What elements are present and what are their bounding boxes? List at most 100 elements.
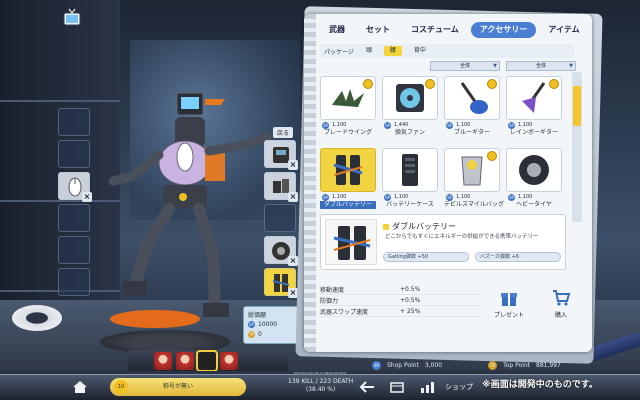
character-avatar-selected[interactable]	[196, 350, 218, 372]
stats-table: 移動速度 +0.5% 防御力 +0.5% 武器スワップ速度 + 25%	[320, 284, 480, 336]
remove-icon[interactable]: ×	[288, 256, 298, 266]
item-price: 1,440	[394, 122, 409, 128]
item-price: 1,100	[394, 194, 409, 200]
item-card[interactable]: SP 1,100 デビルスマイルバッグ	[444, 148, 504, 216]
item-price: 1,100	[456, 194, 471, 200]
equip-slot[interactable]	[58, 108, 90, 136]
left-slot-column-1: ×	[58, 108, 92, 300]
equip-slot-mouse[interactable]: ×	[58, 172, 92, 202]
battery-icon	[333, 155, 363, 185]
character-avatar[interactable]	[220, 352, 238, 370]
filter-select[interactable]: 全体	[506, 61, 576, 71]
character-avatar[interactable]	[154, 352, 172, 370]
shop-button[interactable]: ショップ	[445, 382, 473, 392]
kill-death-ratio: (38.40 %)	[305, 386, 336, 393]
item-name: 換気ファン	[394, 129, 425, 136]
item-card[interactable]: SP 1,100 ブルーギター	[444, 76, 502, 144]
home-icon[interactable]	[72, 380, 88, 394]
scrollbar-thumb[interactable]	[573, 86, 581, 126]
stat-row: 移動速度 +0.5%	[320, 284, 480, 295]
remove-icon[interactable]: ×	[82, 192, 92, 202]
gift-button[interactable]: プレゼント	[488, 284, 530, 326]
equip-slot[interactable]	[58, 204, 90, 232]
item-thumbnail	[320, 76, 376, 120]
detail-bonuses: Gatling弾数 +50 バズーカ弾数 +6	[383, 252, 561, 262]
item-card[interactable]: SP 1,100 ブレードウイング	[320, 76, 378, 144]
item-thumbnail	[444, 76, 500, 120]
item-name: ダブルバッテリー	[320, 201, 376, 209]
equip-slot-tire[interactable]: ×	[264, 236, 298, 266]
stat-label: 防御力	[320, 297, 339, 305]
blue-guitar-icon	[460, 82, 488, 114]
battery-icon	[333, 226, 371, 260]
item-name: ブルーギター	[453, 129, 490, 136]
sp-icon: SP	[446, 121, 453, 129]
remove-icon[interactable]: ×	[288, 192, 298, 202]
buy-button[interactable]: 購入	[540, 284, 582, 326]
package-tab-head[interactable]: 頭	[360, 46, 378, 56]
return-label[interactable]: 戻る	[273, 127, 294, 138]
player-nameplate: 10 称号が無い	[110, 378, 246, 396]
tooltip-tp-value: 0	[258, 330, 262, 338]
equip-slot[interactable]	[58, 268, 90, 296]
item-card-selected[interactable]: SP 1,100 ダブルバッテリー	[320, 148, 378, 216]
equip-slot[interactable]	[264, 204, 296, 232]
action-buttons: プレゼント 購入	[488, 284, 582, 326]
item-scrollbar[interactable]	[572, 72, 582, 222]
sp-icon: SP	[248, 320, 255, 328]
blade-wing-icon	[332, 89, 364, 107]
item-card[interactable]: SP 1,100 バッテリーケース	[382, 148, 440, 216]
item-card[interactable]: SP 1,440 換気ファン	[382, 76, 440, 144]
coin-badge-icon	[425, 79, 435, 89]
notebook-spine	[304, 14, 316, 352]
stat-row: 武器スワップ速度 + 25%	[320, 306, 480, 317]
equip-slot-cassette[interactable]: ×	[264, 140, 298, 170]
item-thumbnail	[444, 148, 500, 192]
sp-icon: SP	[322, 193, 329, 201]
tv-icon[interactable]	[62, 8, 82, 26]
equip-slot-parts[interactable]: ×	[264, 172, 298, 202]
square-bullet-icon	[383, 223, 389, 230]
equip-slot[interactable]	[58, 236, 90, 264]
kill-death-count: 139 KILL / 223 DEATH	[288, 378, 354, 385]
item-thumbnail	[506, 76, 562, 120]
filter-select[interactable]: 全体	[430, 61, 500, 71]
item-price: 1,100	[456, 122, 471, 128]
tp-value: 881,997	[536, 361, 561, 369]
coin-badge-icon	[363, 79, 373, 89]
item-name: レインボーギター	[509, 129, 558, 136]
coin-badge-icon	[549, 79, 559, 89]
tab-costume[interactable]: コスチューム	[402, 22, 468, 38]
cart-icon	[553, 290, 571, 306]
bonus-badge: Gatling弾数 +50	[383, 252, 469, 262]
item-card[interactable]: SP 1,100 レインボーギター	[506, 76, 564, 144]
remove-icon[interactable]: ×	[288, 160, 298, 170]
equip-slot[interactable]	[58, 140, 90, 168]
tp-icon: TP	[488, 360, 498, 370]
buy-label: 購入	[554, 312, 567, 319]
item-price: 1,100	[518, 122, 533, 128]
stat-value: + 25%	[400, 307, 421, 315]
package-tab-waist[interactable]: 腰	[383, 46, 402, 56]
filters: 全体 全体	[430, 61, 576, 71]
stat-value: +0.5%	[400, 296, 421, 304]
item-card[interactable]: SP 1,100 ヘビータイヤ	[506, 148, 564, 216]
tape-roll	[12, 305, 62, 331]
item-price: 1,100	[332, 194, 347, 200]
tab-set[interactable]: セット	[357, 22, 399, 38]
equip-slot-battery[interactable]: ×	[264, 268, 298, 298]
kill-death: 139 KILL / 223 DEATH (38.40 %)	[288, 378, 353, 394]
back-arrow-icon[interactable]	[358, 380, 376, 394]
package-tab-back[interactable]: 背中	[408, 46, 432, 56]
category-tabs: 武器 セット コスチューム アクセサリー アイテム	[320, 22, 589, 38]
stat-row: 防御力 +0.5%	[320, 295, 480, 306]
points-bar: SP Shop Point 3,000 TP Top Point 881,997	[372, 359, 622, 371]
character-avatar[interactable]	[176, 352, 194, 370]
item-thumbnail	[382, 148, 438, 192]
tab-accessory[interactable]: アクセサリー	[470, 22, 537, 38]
tab-item[interactable]: アイテム	[539, 22, 588, 38]
chart-icon[interactable]	[418, 380, 436, 394]
tp-label: Top Point	[503, 361, 531, 369]
tab-weapons[interactable]: 武器	[320, 22, 354, 38]
inventory-icon[interactable]	[388, 380, 406, 394]
